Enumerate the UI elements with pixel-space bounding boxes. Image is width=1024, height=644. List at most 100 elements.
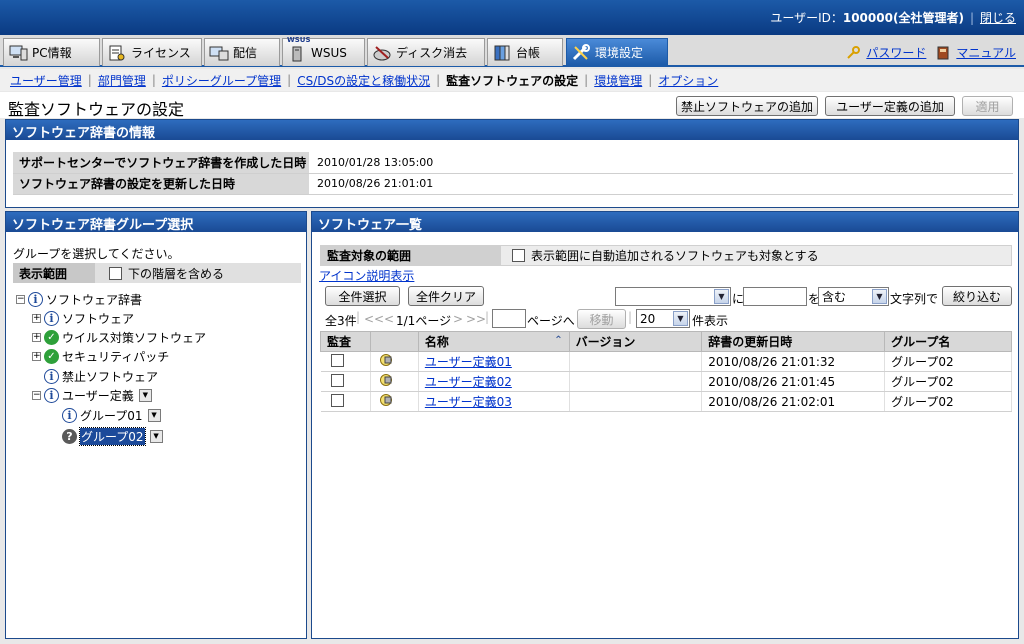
audit-checkbox[interactable] [330,393,344,407]
subnav-cs-ds-settings[interactable]: CS/DSの設定と稼働状況 [297,72,430,89]
expand-icon[interactable]: + [32,351,41,361]
pager-separator: | [485,310,490,324]
password-link[interactable]: パスワード [866,44,926,61]
close-link[interactable]: 閉じる [980,11,1016,25]
tree-node-group02[interactable]: ? グループ02 ▼ [62,426,163,446]
user-label: ユーザーID： [770,11,843,25]
select-all-button[interactable]: 全件選択 [325,286,400,306]
tab-label: PC情報 [32,46,72,60]
subnav-department-management[interactable]: 部門管理 [98,72,146,89]
page-info: 1/1ページ [396,314,452,328]
updated-cell: 2010/08/26 21:01:45 [701,371,886,392]
settings-icon [571,43,591,62]
filter-text-input[interactable] [743,287,807,306]
software-name-link[interactable]: ユーザー定義01 [425,355,512,369]
tree-label: グループ01 [80,408,143,423]
column-group[interactable]: グループ名 [884,331,1012,352]
column-audit[interactable]: 監査 [320,331,371,352]
tab-settings[interactable]: 環境設定 [566,38,668,66]
check-icon: ✓ [44,329,59,345]
created-date-label: サポートセンターでソフトウェア辞書を作成した日時 [13,152,309,174]
prev-page-button[interactable]: < [384,312,394,326]
apply-button[interactable]: 適用 [962,96,1013,116]
dropdown-arrow-icon[interactable]: ▼ [147,408,161,422]
tree-node-user-defined[interactable]: − i ユーザー定義 ▼ [32,386,152,404]
collapse-icon[interactable]: − [16,294,25,304]
dropdown-arrow-icon[interactable]: ▼ [149,429,163,443]
subnav-audit-software-current: 監査ソフトウェアの設定 [446,73,579,88]
table-row: ユーザー定義02 2010/08/26 21:01:45 グループ02 [320,371,1012,392]
clear-all-button[interactable]: 全件クリア [408,286,484,306]
column-name-label: 名称 [424,335,449,349]
last-page-button[interactable]: >> [466,312,486,326]
include-lower-checkbox[interactable] [109,266,122,280]
audit-checkbox[interactable] [330,353,344,367]
filter-field-select[interactable]: ▼ [615,287,731,306]
tab-delivery[interactable]: 配信 [204,38,280,66]
tab-pc-info[interactable]: PC情報 [3,38,100,66]
display-range-row: 表示範囲 下の階層を含める [13,263,301,283]
column-version[interactable]: バージョン [568,331,703,352]
tree-node-security-patch[interactable]: + ✓ セキュリティパッチ [32,347,169,365]
version-cell [569,371,703,392]
manual-link[interactable]: マニュアル [956,44,1016,61]
key-icon [846,45,861,60]
tab-label: WSUS [311,45,347,60]
per-page-value: 20 [640,311,656,326]
subnav-environment-management[interactable]: 環境管理 [594,72,642,89]
license-icon [107,44,127,62]
per-page-suffix: 件表示 [692,314,729,328]
table-row: ユーザー定義03 2010/08/26 21:02:01 グループ02 [320,391,1012,412]
first-page-button[interactable]: << [364,312,384,326]
expand-icon[interactable]: + [32,332,41,342]
name-cell: ユーザー定義01 [418,351,570,372]
add-banned-software-button[interactable]: 禁止ソフトウェアの追加 [676,96,818,116]
tab-label: 配信 [233,46,258,60]
column-updated[interactable]: 辞書の更新日時 [701,331,886,352]
table-row: ソフトウェア辞書の設定を更新した日時 2010/08/26 21:01:01 [13,173,1013,195]
add-user-definition-button[interactable]: ユーザー定義の追加 [825,96,955,116]
tab-ledger[interactable]: 台帳 [487,38,563,66]
tab-license[interactable]: ライセンス [102,38,202,66]
subnav-user-management[interactable]: ユーザー管理 [10,72,82,89]
tree-node-banned-software[interactable]: i 禁止ソフトウェア [44,367,158,385]
tree-node-antivirus[interactable]: + ✓ ウイルス対策ソフトウェア [32,328,206,346]
filter-match-select[interactable]: 含む ▼ [818,287,889,306]
subnav-separator: | [436,73,441,87]
icon-cell [370,391,419,412]
tree-label: 禁止ソフトウェア [62,369,159,384]
tree-node-group01[interactable]: i グループ01 ▼ [62,406,161,424]
audit-cell [320,351,371,372]
top-bar: ユーザーID：100000(全社管理者) | 閉じる [0,0,1024,35]
updated-date-label: ソフトウェア辞書の設定を更新した日時 [13,173,309,195]
software-name-link[interactable]: ユーザー定義02 [425,375,512,389]
created-date-value: 2010/01/28 13:05:00 [309,152,1013,174]
tab-wsus[interactable]: WSUS WSUS [282,36,365,66]
user-defined-software-icon [379,354,393,370]
name-cell: ユーザー定義02 [418,371,570,392]
updated-cell: 2010/08/26 21:01:32 [701,351,886,372]
tab-disk-erase[interactable]: ディスク消去 [367,38,485,66]
subnav-options[interactable]: オプション [658,72,718,89]
auto-added-checkbox[interactable] [512,249,525,262]
next-page-button[interactable]: > [453,312,463,326]
move-page-button[interactable]: 移動 [577,309,626,329]
filter-button[interactable]: 絞り込む [942,286,1012,306]
icon-help-link[interactable]: アイコン説明表示 [319,267,414,284]
page-number-input[interactable] [492,309,526,328]
collapse-icon[interactable]: − [32,390,41,400]
tab-label: ディスク消去 [396,46,468,60]
subnav-policy-group-management[interactable]: ポリシーグループ管理 [162,72,281,89]
per-page-select[interactable]: 20 ▼ [636,309,690,328]
display-range-label: 表示範囲 [13,263,95,283]
audit-cell [320,391,371,412]
tree-node-software[interactable]: + i ソフトウェア [32,309,134,327]
auto-added-label: 表示範囲に自動追加されるソフトウェアも対象とする [531,249,819,263]
subnav-separator: | [648,73,653,87]
software-name-link[interactable]: ユーザー定義03 [425,395,512,409]
dropdown-arrow-icon[interactable]: ▼ [138,388,152,402]
column-name[interactable]: 名称 ⌃ [417,331,570,352]
audit-checkbox[interactable] [330,373,344,387]
expand-icon[interactable]: + [32,313,41,323]
tree-node-dictionary[interactable]: − i ソフトウェア辞書 [16,290,142,308]
